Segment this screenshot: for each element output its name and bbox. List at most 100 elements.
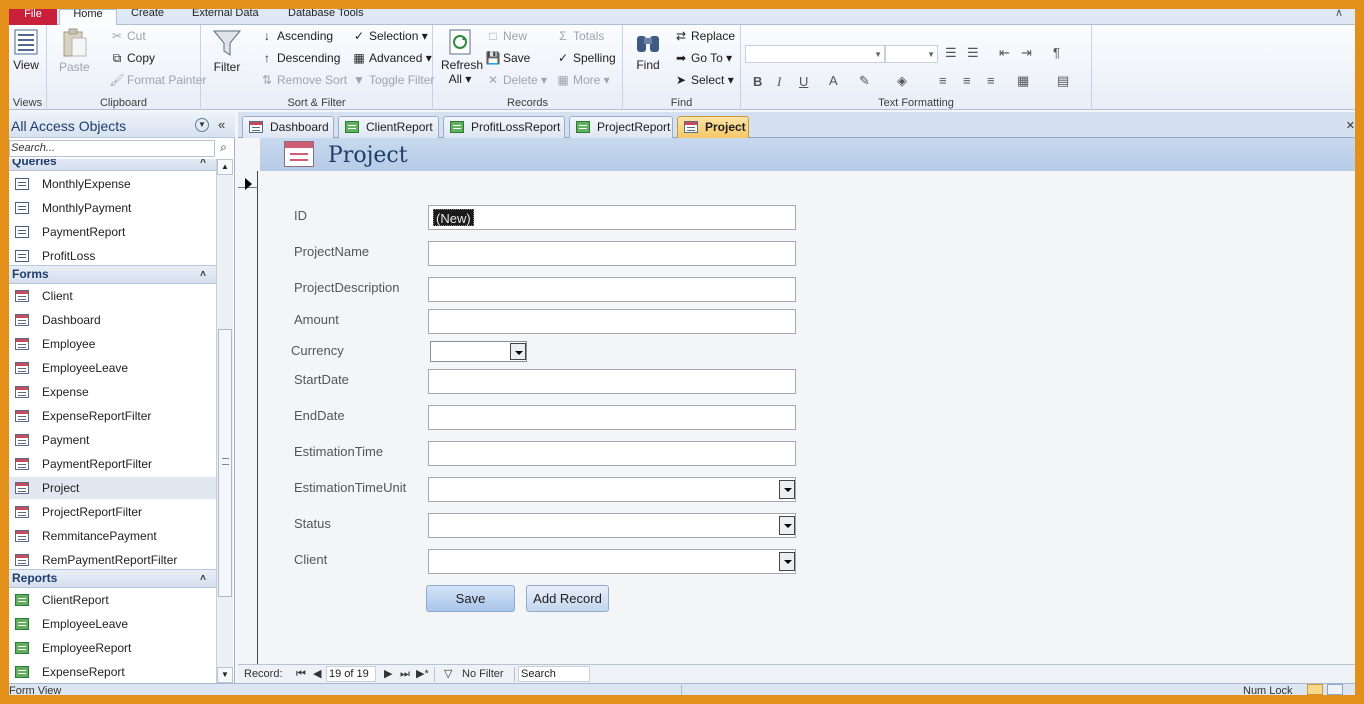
advanced-button[interactable]: ▦ Advanced ▾	[351, 48, 431, 68]
align-center-icon[interactable]: ≡	[963, 73, 971, 88]
nav-item-querie[interactable]: PaymentReport	[9, 221, 216, 243]
nav-search-input[interactable]: Search...	[9, 140, 215, 157]
fill-color-icon[interactable]: ◈	[897, 73, 907, 89]
descending-button[interactable]: ↑ Descending	[259, 48, 340, 68]
nav-item-form[interactable]: ProjectReportFilter	[9, 501, 216, 523]
id-field[interactable]: (New)	[428, 205, 796, 230]
nav-item-querie[interactable]: MonthlyExpense	[9, 173, 216, 195]
amount-field[interactable]	[428, 309, 796, 334]
doc-tab-profitlossreport[interactable]: ProfitLossReport	[443, 116, 565, 138]
shutter-bar-collapse-icon[interactable]: «	[218, 117, 225, 132]
remove-sort-button[interactable]: ⇅ Remove Sort	[259, 70, 347, 90]
scroll-up-icon[interactable]: ▲	[217, 159, 233, 175]
scroll-down-icon[interactable]: ▼	[217, 667, 233, 683]
view-button[interactable]: View	[11, 28, 41, 72]
next-record-icon[interactable]: ▶	[384, 665, 392, 684]
nav-item-querie[interactable]: MonthlyPayment	[9, 197, 216, 219]
nav-item-form[interactable]: RemmitancePayment	[9, 525, 216, 547]
copy-button[interactable]: ⧉ Copy	[109, 48, 155, 68]
record-position-input[interactable]: 19 of 19	[326, 666, 376, 682]
paragraph-direction-icon[interactable]: ¶	[1053, 45, 1060, 60]
estimation-time-field[interactable]	[428, 441, 796, 466]
first-record-icon[interactable]: ⏮	[296, 665, 306, 684]
replace-button[interactable]: ⇄ Replace	[673, 26, 735, 46]
save-record-button[interactable]: 💾 Save	[485, 48, 531, 68]
nav-item-form[interactable]: Expense	[9, 381, 216, 403]
italic-button[interactable]: I	[777, 74, 781, 90]
doc-tab-clientreport[interactable]: ClientReport	[338, 116, 439, 138]
chevron-down-icon[interactable]	[779, 516, 795, 535]
increase-indent-icon[interactable]: ⇥	[1021, 45, 1032, 61]
more-button[interactable]: ▦ More ▾	[555, 70, 609, 90]
totals-button[interactable]: Σ Totals	[555, 26, 604, 46]
align-left-icon[interactable]: ≡	[939, 73, 947, 88]
nav-item-form[interactable]: Client	[9, 285, 216, 307]
minimize-ribbon-icon[interactable]: ∧	[1335, 9, 1343, 19]
currency-combo[interactable]	[430, 341, 527, 362]
underline-button[interactable]: U	[799, 74, 808, 89]
close-document-icon[interactable]: ✕	[1346, 119, 1355, 132]
filter-button[interactable]: Filter	[211, 28, 243, 74]
nav-item-report[interactable]: EmployeeLeave	[9, 613, 216, 635]
nav-item-report[interactable]: EmployeeReport	[9, 637, 216, 659]
filter-status[interactable]: No Filter	[462, 665, 504, 684]
tab-home[interactable]: Home	[59, 9, 117, 26]
record-search-input[interactable]: Search	[518, 666, 590, 682]
nav-item-report[interactable]: ExpenseReport	[9, 661, 216, 683]
gridlines-icon[interactable]: ▦	[1017, 73, 1029, 89]
tab-database-tools[interactable]: Database Tools	[288, 9, 364, 25]
doc-tab-dashboard[interactable]: Dashboard	[242, 116, 334, 138]
refresh-all-button[interactable]: Refresh All ▾	[441, 28, 483, 86]
nav-section-queries[interactable]: Queries ˄	[9, 159, 216, 171]
toggle-filter-button[interactable]: ▼ Toggle Filter	[351, 70, 434, 90]
record-selector[interactable]	[238, 171, 258, 190]
nav-item-form[interactable]: Dashboard	[9, 309, 216, 331]
spelling-button[interactable]: ✓ Spelling	[555, 48, 616, 68]
delete-button[interactable]: ✕ Delete ▾	[485, 70, 547, 90]
layout-view-icon[interactable]	[1327, 684, 1343, 695]
collapse-chevron-icon[interactable]: ˄	[200, 570, 206, 587]
ascending-button[interactable]: ↓ Ascending	[259, 26, 333, 46]
estimation-time-unit-combo[interactable]	[428, 477, 796, 502]
find-button[interactable]: Find	[633, 28, 663, 72]
chevron-down-icon[interactable]	[779, 552, 795, 571]
tab-external-data[interactable]: External Data	[192, 9, 259, 25]
paste-button[interactable]: Paste	[59, 28, 90, 74]
align-right-icon[interactable]: ≡	[987, 73, 995, 88]
client-combo[interactable]	[428, 549, 796, 574]
nav-pane-title[interactable]: All Access Objects	[11, 118, 126, 134]
nav-section-forms[interactable]: Forms ˄	[9, 265, 216, 284]
nav-item-form[interactable]: PaymentReportFilter	[9, 453, 216, 475]
nav-item-form[interactable]: EmployeeLeave	[9, 357, 216, 379]
form-view-icon[interactable]	[1307, 684, 1323, 695]
nav-item-form[interactable]: Payment	[9, 429, 216, 451]
nav-menu-chevron-icon[interactable]: ▼	[195, 118, 209, 132]
decrease-indent-icon[interactable]: ⇤	[999, 45, 1010, 61]
font-size-combo[interactable]: ▼	[885, 45, 938, 63]
chevron-down-icon[interactable]	[779, 480, 795, 499]
highlight-icon[interactable]: ✎	[859, 73, 870, 89]
nav-item-form[interactable]: RemPaymentReportFilter	[9, 549, 216, 571]
nav-item-form[interactable]: Project	[9, 477, 216, 499]
save-button[interactable]: Save	[426, 585, 515, 612]
bullets-icon[interactable]: ☰	[945, 45, 957, 61]
search-icon[interactable]: ⌕	[215, 140, 232, 157]
format-painter-button[interactable]: 🖌 Format Painter	[109, 70, 206, 90]
end-date-field[interactable]	[428, 405, 796, 430]
doc-tab-projectreport[interactable]: ProjectReport	[569, 116, 673, 138]
nav-item-form[interactable]: Employee	[9, 333, 216, 355]
alternate-row-color-icon[interactable]: ▤	[1057, 73, 1069, 89]
project-name-field[interactable]	[428, 241, 796, 266]
new-record-nav-icon[interactable]: ▶*	[416, 665, 429, 684]
collapse-chevron-icon[interactable]: ˄	[200, 266, 206, 283]
nav-item-report[interactable]: ClientReport	[9, 589, 216, 611]
numbering-icon[interactable]: ☰	[967, 45, 979, 61]
tab-create[interactable]: Create	[131, 9, 164, 25]
chevron-down-icon[interactable]	[510, 343, 526, 360]
tab-file[interactable]: File	[9, 9, 57, 25]
start-date-field[interactable]	[428, 369, 796, 394]
doc-tab-project[interactable]: Project	[677, 116, 749, 138]
project-description-field[interactable]	[428, 277, 796, 302]
collapse-chevron-icon[interactable]: ˄	[200, 159, 206, 170]
bold-button[interactable]: B	[753, 74, 762, 89]
